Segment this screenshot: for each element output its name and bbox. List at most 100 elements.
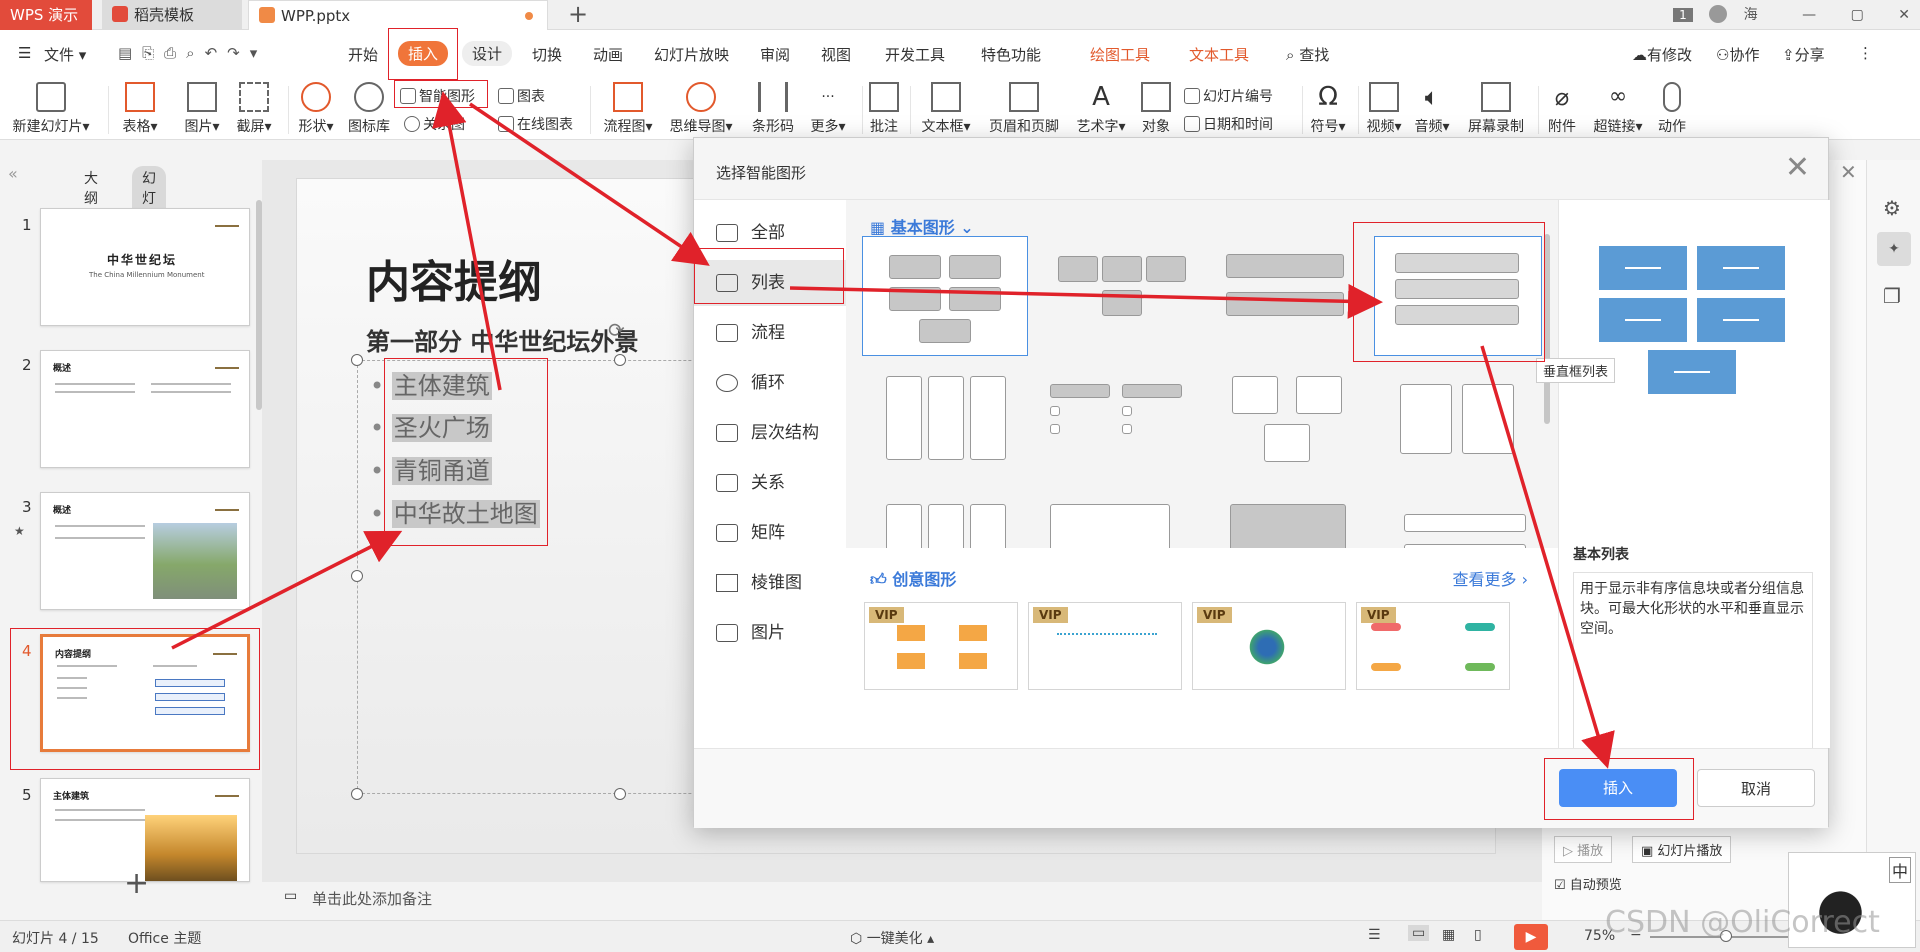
pane-close-icon[interactable]: ✕ <box>1840 160 1857 184</box>
header-footer-button[interactable]: 页眉和页脚 <box>984 82 1064 136</box>
close-icon[interactable]: ✕ <box>1898 7 1910 23</box>
menu-review[interactable]: 审阅 <box>760 44 790 65</box>
normal-view-icon[interactable]: ▭ <box>1408 925 1430 941</box>
nav-pyramid[interactable]: 棱锥图 <box>694 560 846 606</box>
slide-title[interactable]: 内容提纲 <box>366 246 542 310</box>
attachment-button[interactable]: ⌀ 附件 <box>1542 82 1582 136</box>
hamburger-icon[interactable]: ☰ <box>18 44 31 62</box>
flowchart-button[interactable]: 流程图▾ <box>600 82 656 136</box>
properties-icon[interactable]: ⚙ <box>1883 196 1901 220</box>
chart-button[interactable]: 图表 <box>498 86 545 106</box>
menu-drawing-tools[interactable]: 绘图工具 <box>1090 44 1150 65</box>
picture-button[interactable]: 图片▾ <box>180 82 224 136</box>
shape-stacked-list[interactable] <box>1208 236 1374 356</box>
shape-circle-header-list[interactable] <box>1374 370 1542 490</box>
textbox-button[interactable]: 文本框▾ <box>918 82 974 136</box>
rotate-handle-icon[interactable]: ⟳ <box>608 318 625 342</box>
resize-handle[interactable] <box>351 788 363 800</box>
action-button[interactable]: 动作 <box>1654 82 1690 136</box>
nav-process[interactable]: 流程 <box>694 310 846 356</box>
menu-slideshow[interactable]: 幻灯片放映 <box>654 44 729 65</box>
menu-design[interactable]: 设计 <box>462 41 513 66</box>
symbol-button[interactable]: Ω 符号▾ <box>1306 82 1350 136</box>
shape-checklist[interactable] <box>1036 370 1202 490</box>
menu-search[interactable]: ⌕ 查找 <box>1286 44 1329 65</box>
menu-features[interactable]: 特色功能 <box>981 44 1041 65</box>
menu-collaborate[interactable]: ⚇协作 <box>1716 44 1759 65</box>
resize-handle[interactable] <box>614 788 626 800</box>
screenshot-button[interactable]: 截屏▾ <box>232 82 276 136</box>
menu-developer[interactable]: 开发工具 <box>885 44 945 65</box>
vip-template-card[interactable]: VIP <box>1028 602 1182 690</box>
slide-thumbnail-1[interactable]: 中华世纪坛 The China Millennium Monument <box>40 208 250 326</box>
basic-shapes-heading[interactable]: ▦ 基本图形 ⌄ <box>870 214 974 238</box>
play-button[interactable]: ▷ 播放 <box>1554 836 1613 863</box>
datetime-button[interactable]: 日期和时间 <box>1184 114 1273 134</box>
vip-template-card[interactable]: VIP <box>1356 602 1510 690</box>
video-button[interactable]: 视频▾ <box>1362 82 1406 136</box>
menu-transition[interactable]: 切换 <box>532 44 562 65</box>
object-button[interactable]: 对象 <box>1138 82 1174 136</box>
vip-template-card[interactable]: VIP <box>864 602 1018 690</box>
more-button[interactable]: ··· 更多▾ <box>806 82 850 136</box>
screen-record-button[interactable]: 屏幕录制 <box>1464 82 1528 136</box>
beautify-button[interactable]: ⬡ 一键美化 ▴ <box>850 928 934 948</box>
nav-picture[interactable]: 图片 <box>694 610 846 656</box>
shape-column-list[interactable] <box>862 370 1028 490</box>
layers-icon[interactable]: ❐ <box>1883 284 1901 308</box>
shape-button[interactable]: 形状▾ <box>294 82 338 136</box>
nav-relationship[interactable]: 关系 <box>694 460 846 506</box>
resize-handle[interactable] <box>614 354 626 366</box>
vip-template-card[interactable]: VIP <box>1192 602 1346 690</box>
nav-matrix[interactable]: 矩阵 <box>694 510 846 556</box>
new-tab-button[interactable]: + <box>568 0 588 28</box>
icon-library-button[interactable]: 图标库 <box>344 82 394 136</box>
ime-zh-icon[interactable]: 中 <box>1888 857 1911 883</box>
resize-handle[interactable] <box>351 570 363 582</box>
view-more-link[interactable]: 查看更多 › <box>1453 566 1529 590</box>
sorter-view-icon[interactable]: ▦ <box>1442 927 1455 943</box>
user-name[interactable]: 海 <box>1744 7 1758 23</box>
menu-modified[interactable]: ☁有修改 <box>1632 44 1692 65</box>
reading-view-icon[interactable]: ▯ <box>1474 927 1482 943</box>
slide-thumbnail-3[interactable]: 概述 <box>40 492 250 610</box>
minimize-icon[interactable]: — <box>1802 7 1816 23</box>
new-slide-button[interactable]: 新建幻灯片▾ <box>12 82 90 136</box>
notes-placeholder[interactable]: 单击此处添加备注 <box>312 888 432 909</box>
slide-number-button[interactable]: 幻灯片编号 <box>1184 86 1273 106</box>
hyperlink-button[interactable]: ∞ 超链接▾ <box>1588 82 1648 136</box>
theme-name[interactable]: Office 主题 <box>128 928 201 948</box>
relation-button[interactable]: 关系图 <box>404 114 465 134</box>
comment-button[interactable]: 批注 <box>866 82 902 136</box>
slide-subtitle[interactable]: 第一部分 中华世纪坛外景 <box>366 322 638 357</box>
menu-share[interactable]: ⇪分享 <box>1782 44 1825 65</box>
tab-wps-presentation[interactable]: WPS 演示 <box>0 0 92 30</box>
avatar[interactable] <box>1709 5 1728 23</box>
nav-hierarchy[interactable]: 层次结构 <box>694 410 846 456</box>
pin-icon[interactable]: ✦ <box>1877 232 1911 266</box>
menu-animation[interactable]: 动画 <box>593 44 623 65</box>
menu-home[interactable]: 开始 <box>348 44 378 65</box>
slide-thumbnail-2[interactable]: 概述 <box>40 350 250 468</box>
tab-template[interactable]: 稻壳模板 <box>102 0 242 30</box>
dialog-close-icon[interactable]: ✕ <box>1785 150 1810 185</box>
more-menu-icon[interactable]: ⋮ <box>1858 44 1873 62</box>
slideshow-button[interactable]: ▣ 幻灯片播放 <box>1632 836 1732 863</box>
online-chart-button[interactable]: 在线图表 <box>498 114 573 134</box>
window-badge[interactable]: 1 <box>1673 8 1693 22</box>
tab-document[interactable]: WPP.pptx <box>248 0 548 30</box>
auto-preview-checkbox[interactable]: ☑ 自动预览 <box>1554 874 1622 893</box>
tab-outline[interactable]: 大纲 <box>84 168 98 208</box>
resize-handle[interactable] <box>351 354 363 366</box>
menu-view[interactable]: 视图 <box>821 44 851 65</box>
cancel-button[interactable]: 取消 <box>1697 769 1815 807</box>
audio-button[interactable]: 🔈︎ 音频▾ <box>1410 82 1454 136</box>
mindmap-button[interactable]: 思维导图▾ <box>666 82 736 136</box>
shape-picture-list[interactable] <box>1208 370 1374 490</box>
add-slide-button[interactable]: + <box>124 866 149 901</box>
collapse-panel-icon[interactable]: « <box>8 164 18 183</box>
notes-toggle-icon[interactable]: ☰ <box>1368 927 1381 943</box>
barcode-button[interactable]: 条形码 <box>748 82 798 136</box>
menu-file[interactable]: 文件 ▾ <box>44 44 86 65</box>
shape-horizontal-list[interactable] <box>1036 236 1202 356</box>
